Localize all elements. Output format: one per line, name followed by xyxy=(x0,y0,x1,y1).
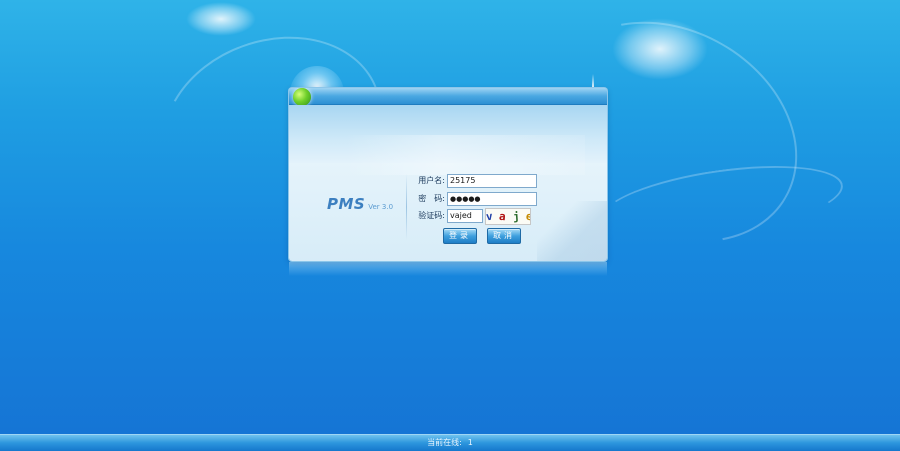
password-input[interactable]: ●●●●● xyxy=(447,192,537,206)
version-label: Ver 3.0 xyxy=(368,203,394,211)
captcha-char: a xyxy=(498,209,507,224)
username-label: 用户名: xyxy=(418,176,445,185)
online-users-label: 当前在线: xyxy=(427,438,462,447)
panel-title-bar xyxy=(289,88,607,106)
username-input[interactable]: 25175 xyxy=(447,174,537,188)
panel-banner xyxy=(289,105,607,175)
status-footer: 当前在线: 1 xyxy=(0,434,900,451)
captcha-char: j xyxy=(512,209,520,224)
captcha-label: 验证码: xyxy=(418,211,445,220)
cloud-decoration-top-left xyxy=(186,2,256,36)
logo-text: PMS xyxy=(327,195,366,213)
building-decoration xyxy=(537,201,607,261)
app-logo: PMS Ver 3.0 xyxy=(327,194,399,220)
captcha-char: e xyxy=(524,209,531,224)
login-panel: PMS Ver 3.0 用户名: 25175 密 码: ●●●●● 验证码: va… xyxy=(289,88,607,261)
captcha-image[interactable]: v a j e d xyxy=(485,208,531,225)
online-users-count: 1 xyxy=(467,438,473,447)
login-button[interactable]: 登录 xyxy=(443,228,477,244)
password-label: 密 码: xyxy=(418,194,445,203)
captcha-char: v xyxy=(485,209,494,224)
panel-reflection xyxy=(289,262,607,276)
globe-icon xyxy=(293,88,311,106)
cancel-button[interactable]: 取消 xyxy=(487,228,521,244)
banner-highlight xyxy=(345,135,585,175)
captcha-input[interactable]: vajed xyxy=(447,209,483,223)
